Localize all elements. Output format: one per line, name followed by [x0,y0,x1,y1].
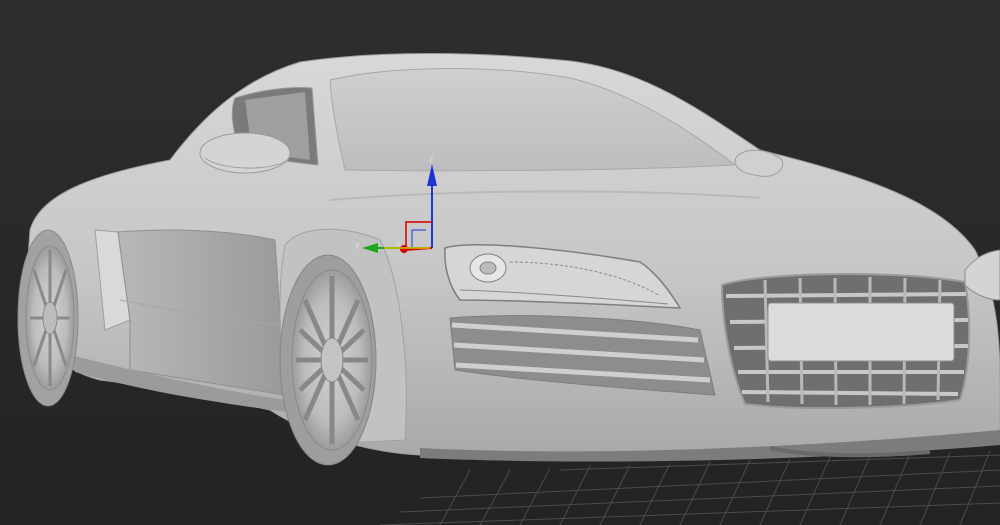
y-axis-label: y [355,240,360,249]
front-grille[interactable] [720,273,971,410]
x-axis-arrow[interactable] [400,245,408,253]
license-plate [767,302,955,362]
rear-wheel[interactable] [17,229,79,407]
viewport-canvas[interactable]: z y x [0,0,1000,525]
x-axis-label: x [396,239,401,248]
3d-viewport[interactable]: z y x [0,0,1000,525]
z-axis-label: z [429,155,433,164]
left-mirror[interactable] [199,132,291,174]
side-intake [117,229,286,396]
front-wheel[interactable] [279,254,377,466]
